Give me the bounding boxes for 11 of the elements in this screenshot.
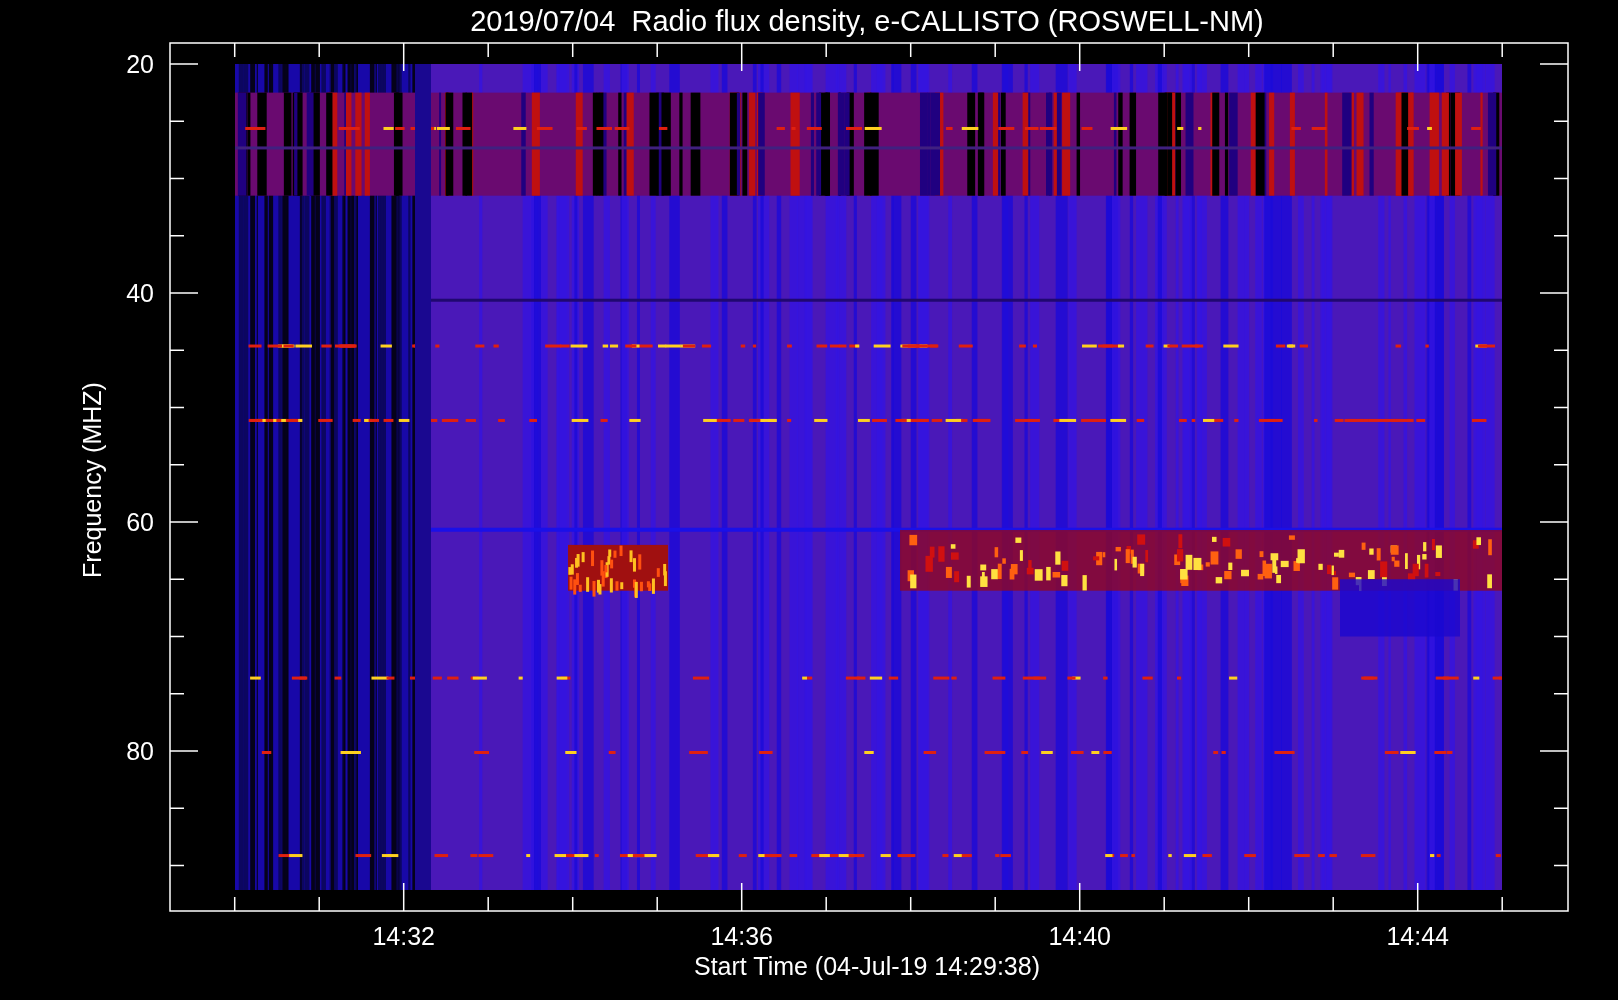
tick-label: 14:36 — [710, 922, 773, 950]
tick-label: 14:32 — [372, 922, 435, 950]
tick-label: 80 — [126, 737, 154, 765]
tick-label: 14:44 — [1386, 922, 1449, 950]
chart-title: 2019/07/04 Radio flux density, e-CALLISTO (ROSWELL-NM) — [470, 5, 1264, 37]
tick-label: 60 — [126, 508, 154, 536]
axis-label: Start Time (04-Jul-19 14:29:38) — [694, 952, 1040, 980]
tick-label: 20 — [126, 50, 154, 78]
tick-label: 40 — [126, 279, 154, 307]
tick-label: 14:40 — [1048, 922, 1111, 950]
axis-label: Frequency (MHZ) — [78, 382, 106, 578]
